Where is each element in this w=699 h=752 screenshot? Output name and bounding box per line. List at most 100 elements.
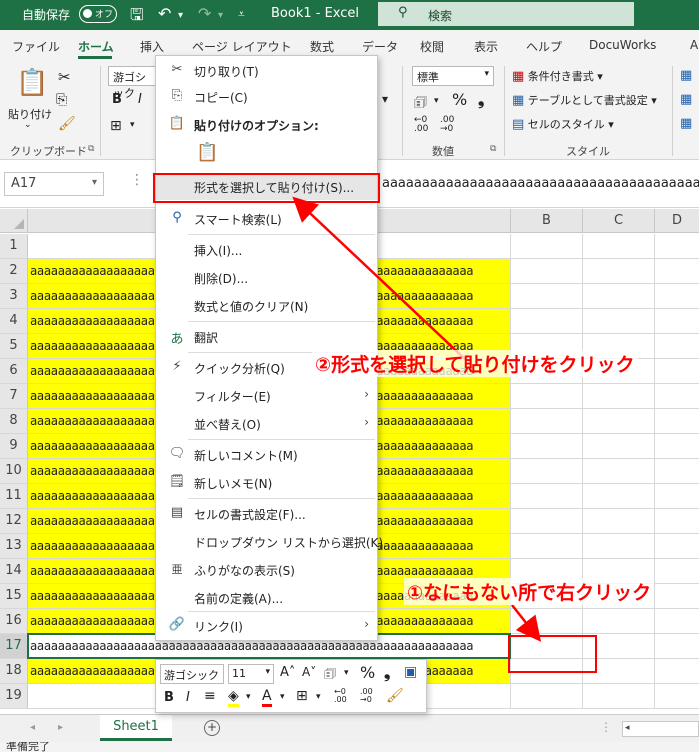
cell-c[interactable] [583, 684, 655, 709]
row-header[interactable]: 3 [0, 284, 28, 309]
cell-c[interactable] [583, 234, 655, 259]
menu-item-cut[interactable]: ✂ 切り取り(T) [156, 58, 377, 84]
cut-icon[interactable]: ✂ [58, 68, 71, 86]
cell-c[interactable] [583, 534, 655, 559]
decrease-decimal-icon[interactable]: .00 →0 [360, 688, 373, 704]
menu-item-new-comment[interactable]: 🗨 新しいコメント(M) [156, 442, 377, 468]
tab-insert[interactable]: 挿入 [140, 38, 164, 55]
cell-d[interactable] [655, 409, 699, 434]
copy-icon[interactable]: ⎘ [56, 92, 67, 108]
row-header[interactable]: 2 [0, 259, 28, 284]
format-as-table-button[interactable]: ▦ テーブルとして書式設定 ▾ [512, 92, 657, 108]
tab-file[interactable]: ファイル [12, 38, 60, 55]
fill-color-icon[interactable]: ◈ [228, 688, 239, 707]
row-header[interactable]: 19 [0, 684, 28, 709]
menu-item-define-name[interactable]: 名前の定義(A)... [156, 585, 377, 611]
row-header[interactable]: 17 [0, 634, 28, 659]
borders-dropdown-icon[interactable]: ▾ [130, 120, 135, 130]
percent-icon[interactable]: % [452, 90, 467, 109]
number-format-combo[interactable]: 標準 ▾ [412, 66, 494, 86]
fill-color-dropdown-icon[interactable]: ▾ [246, 692, 251, 702]
menu-item-pick-from-list[interactable]: ドロップダウン リストから選択(K)... [156, 529, 395, 555]
tab-formulas[interactable]: 数式 [310, 38, 334, 55]
cell-b[interactable] [511, 284, 583, 309]
column-header-d[interactable]: D [655, 209, 699, 233]
cell-c[interactable] [583, 259, 655, 284]
cell-d[interactable] [655, 359, 699, 384]
formula-input[interactable]: aaaaaaaaaaaaaaaaaaaaaaaaaaaaaaaaaaaaaaaa… [380, 172, 699, 196]
borders-icon[interactable]: ⊞ [110, 118, 122, 134]
tab-docuworks[interactable]: DocuWorks [589, 38, 656, 52]
row-header[interactable]: 5 [0, 334, 28, 359]
cell-b[interactable] [511, 484, 583, 509]
row-header[interactable]: 11 [0, 484, 28, 509]
row-header[interactable]: 8 [0, 409, 28, 434]
autosave-toggle[interactable]: オフ [79, 5, 117, 23]
undo-icon[interactable]: ↶ [158, 4, 171, 23]
cell-b[interactable] [511, 509, 583, 534]
cell-b[interactable] [511, 684, 583, 709]
mini-font-combo[interactable]: 游ゴシック [160, 664, 224, 684]
cell-d[interactable] [655, 609, 699, 634]
row-header[interactable]: 7 [0, 384, 28, 409]
row-header[interactable]: 10 [0, 459, 28, 484]
search-box[interactable]: ⚲ 検索 [378, 2, 634, 26]
menu-item-translate[interactable]: あ 翻訳 [156, 324, 377, 350]
cell-c[interactable] [583, 459, 655, 484]
format-painter-icon[interactable]: 🖌 [58, 116, 76, 132]
horizontal-scrollbar[interactable]: ◂ [622, 721, 699, 737]
borders-dropdown-icon[interactable]: ▾ [316, 692, 321, 702]
cell-d[interactable] [655, 659, 699, 684]
font-color-dropdown-icon[interactable]: ▾ [280, 692, 285, 702]
tab-home[interactable]: ホーム [78, 38, 114, 55]
comma-style-icon[interactable]: ❟ [478, 90, 484, 110]
cell-b[interactable] [511, 434, 583, 459]
borders-icon[interactable]: ⊞ [296, 688, 308, 704]
menu-item-insert[interactable]: 挿入(I)... [156, 237, 377, 263]
row-header[interactable]: 14 [0, 559, 28, 584]
bold-icon[interactable]: B [164, 690, 174, 705]
italic-icon[interactable]: I [138, 92, 142, 107]
cell-b[interactable] [511, 384, 583, 409]
menu-item-clear[interactable]: 数式と値のクリア(N) [156, 293, 377, 319]
align-center-icon[interactable]: ≡ [204, 688, 216, 704]
cell-d[interactable] [655, 234, 699, 259]
clipboard-launcher-icon[interactable]: ⧉ [88, 144, 94, 154]
cell-b[interactable] [511, 259, 583, 284]
cell-d[interactable] [655, 284, 699, 309]
percent-icon[interactable]: % [360, 663, 375, 682]
row-header[interactable]: 12 [0, 509, 28, 534]
cell-b[interactable] [511, 309, 583, 334]
cell-d[interactable] [655, 459, 699, 484]
menu-item-smart-lookup[interactable]: ⚲ スマート検索(L) [156, 206, 377, 232]
currency-icon[interactable]: 🗊 [414, 92, 427, 116]
bold-icon[interactable]: B [112, 92, 122, 107]
tab-help[interactable]: ヘルプ [526, 38, 562, 55]
mini-size-combo[interactable]: 11 ▾ [228, 664, 274, 684]
row-header[interactable]: 4 [0, 309, 28, 334]
scroll-left-icon[interactable]: ◂ [625, 723, 630, 733]
cell-b[interactable] [511, 609, 583, 634]
row-header[interactable]: 13 [0, 534, 28, 559]
currency-dropdown-icon[interactable]: ▾ [434, 96, 439, 106]
cell-b[interactable] [511, 234, 583, 259]
customize-qat-icon[interactable]: ⩡ [238, 7, 245, 22]
row-header[interactable]: 16 [0, 609, 28, 634]
delete-cells-icon[interactable]: ▦ [680, 92, 692, 107]
increase-decimal-icon[interactable]: ←0.00 [414, 116, 428, 134]
prev-sheet-icon[interactable]: ◂ [30, 722, 35, 733]
row-header[interactable]: 9 [0, 434, 28, 459]
menu-item-copy[interactable]: ⎘ コピー(C) [156, 84, 377, 110]
cell-b[interactable] [511, 409, 583, 434]
cell-d[interactable] [655, 509, 699, 534]
cell-d[interactable] [655, 334, 699, 359]
redo-icon[interactable]: ↷ [198, 4, 211, 23]
paste-button[interactable]: 📋 貼り付け ⌄ [8, 66, 52, 132]
menu-item-link[interactable]: 🔗 リンク(I) › [156, 613, 377, 639]
menu-item-new-note[interactable]: 🗒 新しいメモ(N) [156, 470, 377, 496]
cell-d[interactable] [655, 384, 699, 409]
column-header-c[interactable]: C [583, 209, 655, 233]
menu-item-phonetic[interactable]: 亜 ふりがなの表示(S) [156, 557, 377, 583]
menu-item-filter[interactable]: フィルター(E) › [156, 383, 377, 409]
accounting-format-icon[interactable]: 🗊 [324, 665, 336, 687]
